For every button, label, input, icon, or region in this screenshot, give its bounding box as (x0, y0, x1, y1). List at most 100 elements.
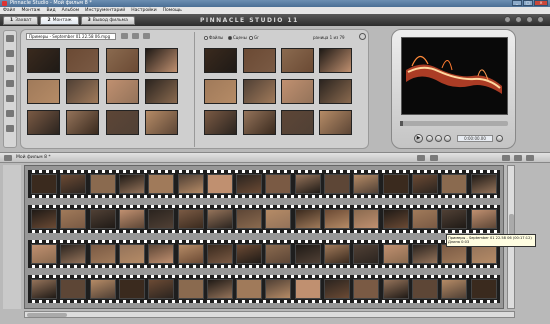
scrubber-handle[interactable] (400, 121, 403, 126)
help-icon[interactable] (526, 16, 533, 23)
storyboard-clip[interactable] (265, 174, 292, 194)
close-button[interactable]: × (534, 0, 548, 6)
storyboard-clip[interactable] (382, 174, 409, 194)
storyboard-clip[interactable] (470, 174, 497, 194)
menu-view[interactable]: Вид (46, 7, 55, 14)
storyboard-clip[interactable] (324, 174, 350, 194)
storyboard-clip[interactable] (177, 279, 204, 299)
timecode-display[interactable]: 0:00:00.00 (457, 135, 493, 142)
storyboard-clip[interactable] (441, 209, 468, 229)
text-view-icon[interactable] (526, 155, 534, 161)
video-icon[interactable] (6, 35, 14, 42)
album-scene-thumb[interactable] (106, 48, 139, 73)
storyboard-clip[interactable] (382, 279, 409, 299)
storyboard-clip[interactable] (411, 244, 438, 264)
titles-icon[interactable] (6, 65, 14, 72)
go-start-button[interactable] (426, 135, 433, 142)
album-scene-thumb[interactable] (145, 110, 178, 135)
storyboard-clip[interactable] (353, 279, 380, 299)
storyboard-clip[interactable] (353, 209, 380, 229)
radio-other[interactable]: Gr (249, 35, 259, 40)
storyboard-clip[interactable] (294, 244, 321, 264)
storyboard-clip[interactable] (31, 244, 57, 264)
album-scene-thumb[interactable] (204, 79, 237, 104)
album-scene-thumb[interactable] (204, 48, 237, 73)
scrubber[interactable] (400, 121, 508, 126)
album-scene-thumb[interactable] (243, 48, 276, 73)
minimize-button[interactable]: _ (512, 0, 522, 6)
album-scene-thumb[interactable] (319, 48, 352, 73)
storyboard-clip[interactable] (206, 279, 233, 299)
storyboard-clip[interactable] (441, 174, 468, 194)
hscroll-thumb[interactable] (27, 313, 67, 317)
album-scene-thumb[interactable] (106, 79, 139, 104)
storyboard-clip[interactable] (31, 279, 57, 299)
transitions-icon[interactable] (6, 50, 14, 57)
timeline-view-icon[interactable] (514, 155, 522, 161)
undo-icon[interactable] (504, 16, 511, 23)
step-forward-button[interactable] (444, 135, 451, 142)
folder-icon[interactable] (121, 33, 128, 39)
album-scene-thumb[interactable] (27, 48, 60, 73)
music-icon[interactable] (6, 125, 14, 132)
tab-edit[interactable]: 2 Монтаж (40, 16, 79, 25)
step-back-button[interactable] (435, 135, 442, 142)
storyboard-clip[interactable] (294, 174, 321, 194)
storyboard-clip[interactable] (89, 174, 116, 194)
speaker-icon[interactable] (417, 155, 425, 161)
delete-icon[interactable] (537, 16, 544, 23)
storyboard-clip[interactable] (60, 174, 87, 194)
album-scene-thumb[interactable] (319, 79, 352, 104)
storyboard-clip[interactable] (206, 244, 233, 264)
menu-help[interactable]: Помощь (163, 7, 182, 14)
refresh-icon[interactable] (359, 33, 366, 40)
storyboard-clip[interactable] (470, 244, 497, 264)
storyboard-clip[interactable] (265, 209, 292, 229)
storyboard-clip[interactable] (294, 209, 321, 229)
storyboard-clip[interactable] (31, 209, 57, 229)
album-scene-thumb[interactable] (27, 110, 60, 135)
album-scene-thumb[interactable] (106, 110, 139, 135)
tab-capture[interactable]: 1 Захват (3, 16, 39, 25)
storyboard-clip[interactable] (177, 174, 204, 194)
link-icon[interactable] (143, 33, 150, 39)
storyboard-clip[interactable] (148, 244, 175, 264)
storyboard-clip[interactable] (206, 174, 233, 194)
menu-toolbox[interactable]: Инструментарий (85, 7, 125, 14)
storyboard-clip[interactable] (60, 279, 87, 299)
album-scene-thumb[interactable] (281, 79, 314, 104)
storyboard-clip[interactable] (411, 209, 438, 229)
album-scene-thumb[interactable] (145, 48, 178, 73)
storyboard-clip[interactable] (177, 209, 204, 229)
storyboard-clip[interactable] (441, 279, 468, 299)
album-scene-thumb[interactable] (243, 79, 276, 104)
redo-icon[interactable] (515, 16, 522, 23)
album-scene-thumb[interactable] (319, 110, 352, 135)
storyboard-clip[interactable] (148, 279, 175, 299)
storyboard-clip[interactable] (294, 279, 321, 299)
storyboard-clip[interactable] (60, 244, 87, 264)
menu-file[interactable]: Файл (3, 7, 15, 14)
album-scene-thumb[interactable] (281, 48, 314, 73)
album-scene-thumb[interactable] (66, 48, 99, 73)
storyboard-clip[interactable] (382, 244, 409, 264)
split-icon[interactable] (430, 155, 438, 161)
photos-icon[interactable] (6, 80, 14, 87)
storyboard-clip[interactable] (118, 279, 145, 299)
storyboard-clip[interactable] (382, 209, 409, 229)
storyboard-clip[interactable] (353, 244, 380, 264)
maximize-button[interactable]: □ (523, 0, 533, 6)
storyboard-clip[interactable] (89, 209, 116, 229)
storyboard-clip[interactable] (411, 279, 438, 299)
storyboard-clip[interactable] (470, 279, 497, 299)
album-scene-thumb[interactable] (27, 79, 60, 104)
storyboard-clip[interactable] (324, 209, 350, 229)
storyboard-clip[interactable] (118, 244, 145, 264)
storyboard-clip[interactable] (353, 174, 380, 194)
horizontal-scrollbar[interactable] (24, 311, 515, 318)
storyboard-clip[interactable] (60, 209, 87, 229)
storyboard-clip[interactable] (89, 279, 116, 299)
storyboard-clip[interactable] (89, 244, 116, 264)
storyboard-clip[interactable] (265, 244, 292, 264)
menu-settings[interactable]: Настройки (131, 7, 156, 14)
